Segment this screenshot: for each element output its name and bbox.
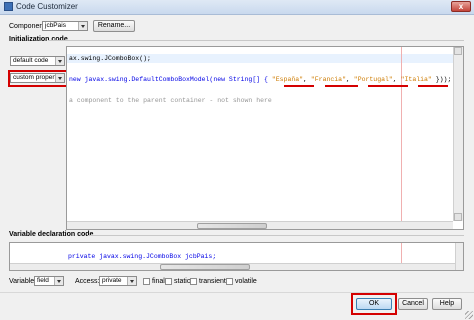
init-horizontal-scrollbar[interactable] <box>67 221 453 229</box>
variable-dropdown[interactable]: field <box>34 276 64 286</box>
code-string-italia: "Italia" <box>400 76 432 83</box>
default-code-value: default code <box>13 57 49 64</box>
access-value: private <box>102 277 122 284</box>
chevron-down-icon <box>127 277 136 285</box>
transient-label: transient <box>199 278 226 285</box>
default-code-dropdown[interactable]: default code <box>10 56 65 66</box>
access-label: Access: <box>75 278 100 285</box>
init-vertical-scrollbar[interactable] <box>453 47 463 221</box>
var-section-title: Variable declaration code <box>9 231 94 238</box>
close-button[interactable]: x <box>451 1 471 12</box>
code-line-1: ax.swing.JComboBox(); <box>69 55 151 62</box>
chevron-down-icon <box>55 57 64 65</box>
access-dropdown[interactable]: private <box>99 276 137 286</box>
underline-italia <box>418 85 448 87</box>
chevron-down-icon <box>54 277 63 285</box>
static-label: static <box>174 278 191 285</box>
cancel-button[interactable]: Cancel <box>398 298 428 310</box>
var-separator <box>88 235 464 236</box>
right-margin-line <box>401 243 402 263</box>
code-string-francia: "Francia" <box>310 76 346 83</box>
init-separator <box>48 40 464 41</box>
code-sep: , <box>345 76 354 83</box>
window-title: Code Customizer <box>16 2 78 11</box>
final-checkbox[interactable] <box>143 278 150 285</box>
underline-portugal <box>368 85 408 87</box>
var-code-line: private javax.swing.JComboBox jcbPais; <box>68 253 217 260</box>
scroll-up-arrow[interactable] <box>454 47 462 55</box>
code-sep: , <box>392 76 401 83</box>
volatile-label: volatile <box>235 278 257 285</box>
help-button[interactable]: Help <box>432 298 462 310</box>
chevron-down-icon <box>78 22 87 30</box>
variable-value: field <box>37 277 49 284</box>
scroll-thumb[interactable] <box>160 264 250 270</box>
footer-separator <box>0 292 474 293</box>
code-customizer-dialog: Code Customizer x Component: jcbPais Ren… <box>0 0 474 320</box>
underline-francia <box>325 85 358 87</box>
code-line-1-text: ax.swing.JComboBox(); <box>69 55 151 62</box>
ok-button-highlight <box>351 293 397 315</box>
title-bar: Code Customizer x <box>0 0 474 15</box>
code-line-2-prefix: new javax.swing.DefaultComboBoxModel(new… <box>69 76 272 83</box>
code-string-portugal: "Portugal" <box>353 76 393 83</box>
code-line-2-suffix: })); <box>431 76 452 83</box>
code-line-3: a component to the parent container - no… <box>69 97 272 104</box>
scroll-down-arrow[interactable] <box>454 213 462 221</box>
init-code-editor[interactable]: ax.swing.JComboBox(); new javax.swing.De… <box>66 46 464 230</box>
component-value: jcbPais <box>45 22 66 29</box>
static-checkbox[interactable] <box>165 278 172 285</box>
volatile-checkbox[interactable] <box>226 278 233 285</box>
underline-espana <box>284 85 314 87</box>
code-string-espana: "España" <box>271 76 304 83</box>
variable-label: Variable: <box>9 278 37 285</box>
custom-property-highlight <box>8 70 68 87</box>
code-sep: , <box>303 76 311 83</box>
var-code-editor[interactable]: private javax.swing.JComboBox jcbPais; <box>9 242 464 271</box>
var-horizontal-scrollbar[interactable] <box>10 263 455 270</box>
app-icon <box>4 2 13 11</box>
rename-button[interactable]: Rename... <box>93 20 135 32</box>
scroll-thumb[interactable] <box>197 223 267 229</box>
right-margin-line <box>401 47 402 223</box>
var-vertical-scrollbar[interactable] <box>455 243 463 270</box>
component-dropdown[interactable]: jcbPais <box>42 21 88 31</box>
resize-grip[interactable] <box>465 311 473 319</box>
final-label: final <box>152 278 165 285</box>
code-line-2: new javax.swing.DefaultComboBoxModel(new… <box>69 76 451 83</box>
transient-checkbox[interactable] <box>190 278 197 285</box>
